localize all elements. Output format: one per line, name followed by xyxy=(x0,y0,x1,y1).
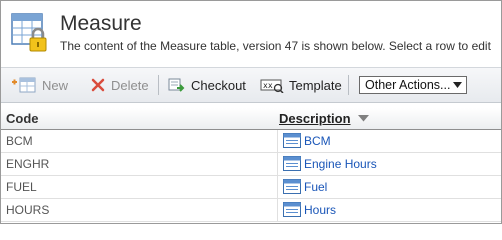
record-icon xyxy=(283,202,301,217)
template-icon: xx xyxy=(260,79,284,93)
chevron-down-icon xyxy=(453,82,462,88)
description-cell: Hours xyxy=(277,199,501,221)
row-description-link[interactable]: Fuel xyxy=(304,180,327,194)
template-label: Template xyxy=(289,77,342,93)
page-header: Measure The content of the Measure table… xyxy=(1,1,501,65)
new-button[interactable]: New xyxy=(11,68,68,102)
new-row-icon xyxy=(12,77,36,93)
row-description-link[interactable]: Hours xyxy=(304,203,336,217)
row-description-link[interactable]: BCM xyxy=(304,134,331,148)
description-cell: BCM xyxy=(277,130,501,152)
table-row[interactable]: FUEL Fuel xyxy=(1,176,501,199)
table-header: Code Description xyxy=(1,108,501,130)
delete-label: Delete xyxy=(111,77,149,93)
toolbar-separator xyxy=(348,75,349,95)
description-cell: Engine Hours xyxy=(277,153,501,175)
toolbar-separator xyxy=(158,75,159,95)
row-description-link[interactable]: Engine Hours xyxy=(304,157,377,171)
other-actions-value: Other Actions... xyxy=(365,78,451,92)
new-label: New xyxy=(42,77,69,93)
svg-text:xx: xx xyxy=(263,81,273,90)
column-header-code: Code xyxy=(6,111,39,126)
description-cell: Fuel xyxy=(277,176,501,198)
checkout-label: Checkout xyxy=(191,77,246,93)
checkout-button[interactable]: Checkout xyxy=(168,68,246,102)
row-code: HOURS xyxy=(6,203,50,217)
table-lock-icon xyxy=(11,13,47,52)
delete-x-icon xyxy=(91,78,105,92)
toolbar: New Delete Checkout xx Template Other Ac… xyxy=(1,67,501,103)
column-header-description[interactable]: Description xyxy=(279,111,351,126)
row-code: FUEL xyxy=(6,180,37,194)
record-icon xyxy=(283,156,301,171)
record-icon xyxy=(283,133,301,148)
page-title: Measure xyxy=(60,12,142,35)
table-row[interactable]: HOURS Hours xyxy=(1,199,501,222)
other-actions-select[interactable]: Other Actions... xyxy=(359,76,467,94)
table-row[interactable]: ENGHR Engine Hours xyxy=(1,153,501,176)
row-code: ENGHR xyxy=(6,157,50,171)
record-icon xyxy=(283,179,301,194)
delete-button[interactable]: Delete xyxy=(90,68,149,102)
row-code: BCM xyxy=(6,134,33,148)
template-button[interactable]: xx Template xyxy=(260,68,342,102)
table-row[interactable]: BCM BCM xyxy=(1,130,501,153)
measure-panel: Measure The content of the Measure table… xyxy=(0,0,502,224)
checkout-icon xyxy=(168,78,185,92)
page-subtitle: The content of the Measure table, versio… xyxy=(60,39,491,53)
sort-descending-icon[interactable] xyxy=(358,115,369,122)
